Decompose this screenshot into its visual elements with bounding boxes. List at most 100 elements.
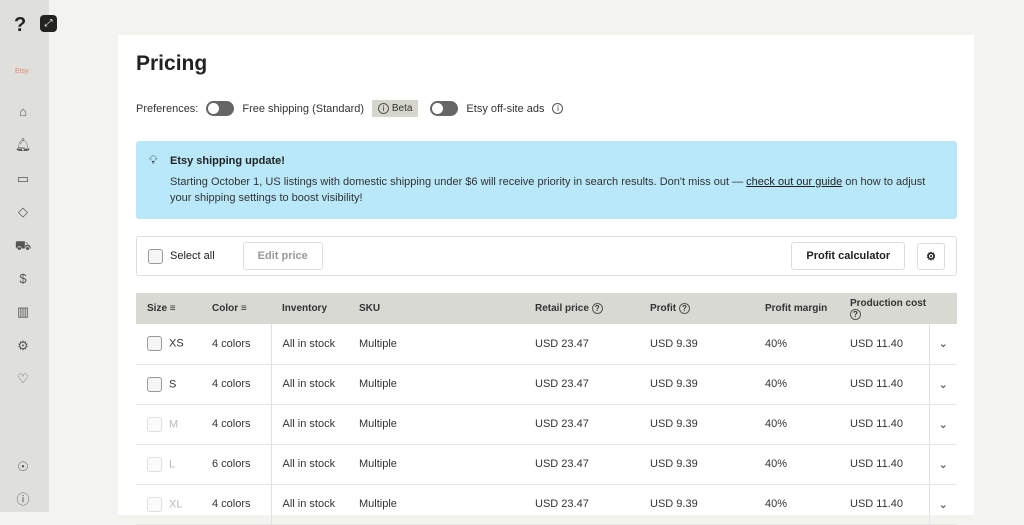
clipboard-icon[interactable]: ▭ — [14, 170, 32, 188]
guide-link[interactable]: check out our guide — [746, 176, 842, 188]
cell-profit-margin: 40% — [754, 364, 839, 405]
cell-profit-margin: 40% — [754, 444, 839, 485]
banner-text: Starting October 1, US listings with dom… — [170, 176, 747, 188]
cell-profit-margin: 40% — [754, 404, 839, 445]
expand-icon[interactable]: ⤢ — [40, 15, 57, 32]
settings-gear-button[interactable]: ⚙ — [917, 242, 945, 270]
table-row[interactable]: L6 colors All in stock Multiple USD 23.47 US… — [136, 444, 957, 485]
beta-label: Beta — [391, 103, 413, 114]
expand-row-chevron-icon[interactable]: ⌄ — [928, 484, 957, 525]
profit-calculator-button[interactable]: Profit calculator — [791, 242, 906, 270]
cell-inventory: All in stock — [271, 324, 348, 365]
cell-retail-price: USD 23.47 — [524, 404, 639, 445]
expand-row-chevron-icon[interactable]: ⌄ — [928, 444, 957, 485]
pricing-table: Size ≡ Color ≡ Inventory SKU Retail pric… — [136, 293, 957, 525]
info-icon: i — [378, 103, 390, 114]
expand-row-chevron-icon[interactable]: ⌄ — [928, 364, 957, 405]
cell-profit: USD 9.39 — [639, 364, 754, 405]
header-retail-price: Retail price ? — [524, 293, 639, 324]
lightbulb-icon: 💡︎ — [149, 153, 158, 167]
gear-icon[interactable]: ⚙ — [14, 337, 32, 355]
cell-size: M — [136, 404, 201, 445]
page-title: Pricing — [136, 52, 208, 75]
offsite-ads-toggle[interactable] — [430, 101, 459, 116]
cell-size: S — [136, 364, 201, 405]
preferences-label: Preferences: — [136, 102, 199, 115]
dollar-icon[interactable]: $ — [14, 270, 32, 288]
cell-retail-price: USD 23.47 — [524, 444, 639, 485]
free-shipping-label: Free shipping (Standard) — [242, 102, 365, 115]
header-profit-margin: Profit margin — [754, 293, 839, 324]
cell-profit: USD 9.39 — [639, 324, 754, 365]
heart-plus-icon[interactable]: ♡ — [14, 370, 32, 388]
expand-row-chevron-icon[interactable]: ⌄ — [928, 404, 957, 445]
table-row[interactable]: M4 colors All in stock Multiple USD 23.47 US… — [136, 404, 957, 445]
cell-profit: USD 9.39 — [639, 404, 754, 445]
info-icon[interactable]: i — [552, 103, 564, 114]
cell-color: 6 colors — [201, 444, 272, 485]
cell-sku: Multiple — [348, 324, 524, 365]
banner-title: Etsy shipping update! — [170, 155, 285, 167]
header-size[interactable]: Size ≡ — [136, 293, 201, 324]
row-checkbox[interactable] — [147, 496, 162, 512]
cell-retail-price: USD 23.47 — [524, 484, 639, 525]
select-all-label: Select all — [170, 250, 215, 262]
home-icon[interactable]: ⌂ — [14, 103, 32, 121]
cell-sku: Multiple — [348, 444, 524, 485]
cell-color: 4 colors — [201, 404, 272, 445]
main-panel: Pricing Preferences: Free shipping (Stan… — [118, 35, 974, 525]
table-row[interactable]: XL 4 colors All in stock Multiple USD 23.47 U… — [136, 484, 957, 525]
cell-inventory: All in stock — [271, 404, 348, 445]
row-checkbox[interactable] — [147, 376, 162, 392]
cell-inventory: All in stock — [271, 444, 348, 485]
cell-production-cost: USD 11.40 — [839, 484, 929, 525]
chart-icon[interactable]: ▥ — [14, 303, 32, 321]
cell-profit-margin: 40% — [754, 324, 839, 365]
header-production-cost: Production cost ? — [839, 293, 929, 324]
cell-production-cost: USD 11.40 — [839, 404, 929, 445]
cell-inventory: All in stock — [271, 364, 348, 405]
bell-icon[interactable]: 🔔︎ — [14, 136, 32, 154]
cell-size: XL — [136, 484, 201, 525]
cell-profit-margin: 40% — [754, 484, 839, 525]
cell-production-cost: USD 11.40 — [839, 324, 929, 365]
cell-sku: Multiple — [348, 364, 524, 405]
header-sku: SKU — [348, 293, 524, 324]
cell-inventory: All in stock — [271, 484, 348, 525]
cell-sku: Multiple — [348, 484, 524, 525]
help-icon[interactable]: ⓘ — [14, 491, 32, 509]
cell-color: 4 colors — [201, 484, 272, 525]
cell-retail-price: USD 23.47 — [524, 364, 639, 405]
row-checkbox[interactable] — [147, 336, 162, 352]
cell-sku: Multiple — [348, 404, 524, 445]
select-all-checkbox[interactable] — [148, 248, 163, 264]
free-shipping-toggle[interactable] — [206, 101, 235, 116]
offsite-ads-label: Etsy off-site ads — [466, 102, 545, 115]
cell-production-cost: USD 11.40 — [839, 364, 929, 405]
cell-color: 4 colors — [201, 364, 272, 405]
header-inventory: Inventory — [271, 293, 348, 324]
cell-size: XS — [136, 324, 201, 365]
beta-badge: i Beta — [372, 100, 419, 117]
tag-icon[interactable]: ◇ — [14, 203, 32, 221]
cell-size: L — [136, 444, 201, 485]
header-color[interactable]: Color ≡ — [201, 293, 271, 324]
cell-profit: USD 9.39 — [639, 484, 754, 525]
cell-retail-price: USD 23.47 — [524, 324, 639, 365]
header-profit: Profit ? — [639, 293, 754, 324]
sidebar: ? ⤢ Etsy ⌂ 🔔︎ ▭ ◇ ⛟ $ ▥ ⚙ ♡ ☉ ⓘ — [0, 0, 57, 512]
truck-icon[interactable]: ⛟ — [14, 237, 32, 255]
shipping-update-banner: 💡︎ Etsy shipping update! Starting Octobe… — [136, 141, 957, 219]
table-row[interactable]: S4 colors All in stock Multiple USD 23.47 US… — [136, 364, 957, 405]
cell-color: 4 colors — [201, 324, 272, 365]
table-toolbar: Select all Edit price Profit calculator … — [136, 236, 957, 276]
preferences-row: Preferences: Free shipping (Standard) i … — [136, 100, 564, 117]
row-checkbox[interactable] — [147, 456, 162, 472]
cell-production-cost: USD 11.40 — [839, 444, 929, 485]
edit-price-button[interactable]: Edit price — [242, 242, 323, 270]
award-icon[interactable]: ☉ — [14, 458, 32, 476]
table-row[interactable]: XS 4 colors All in stock Multiple USD 23.47 U… — [136, 324, 957, 365]
expand-row-chevron-icon[interactable]: ⌄ — [928, 324, 957, 365]
app-logo: ? — [14, 14, 27, 36]
row-checkbox[interactable] — [147, 416, 162, 432]
